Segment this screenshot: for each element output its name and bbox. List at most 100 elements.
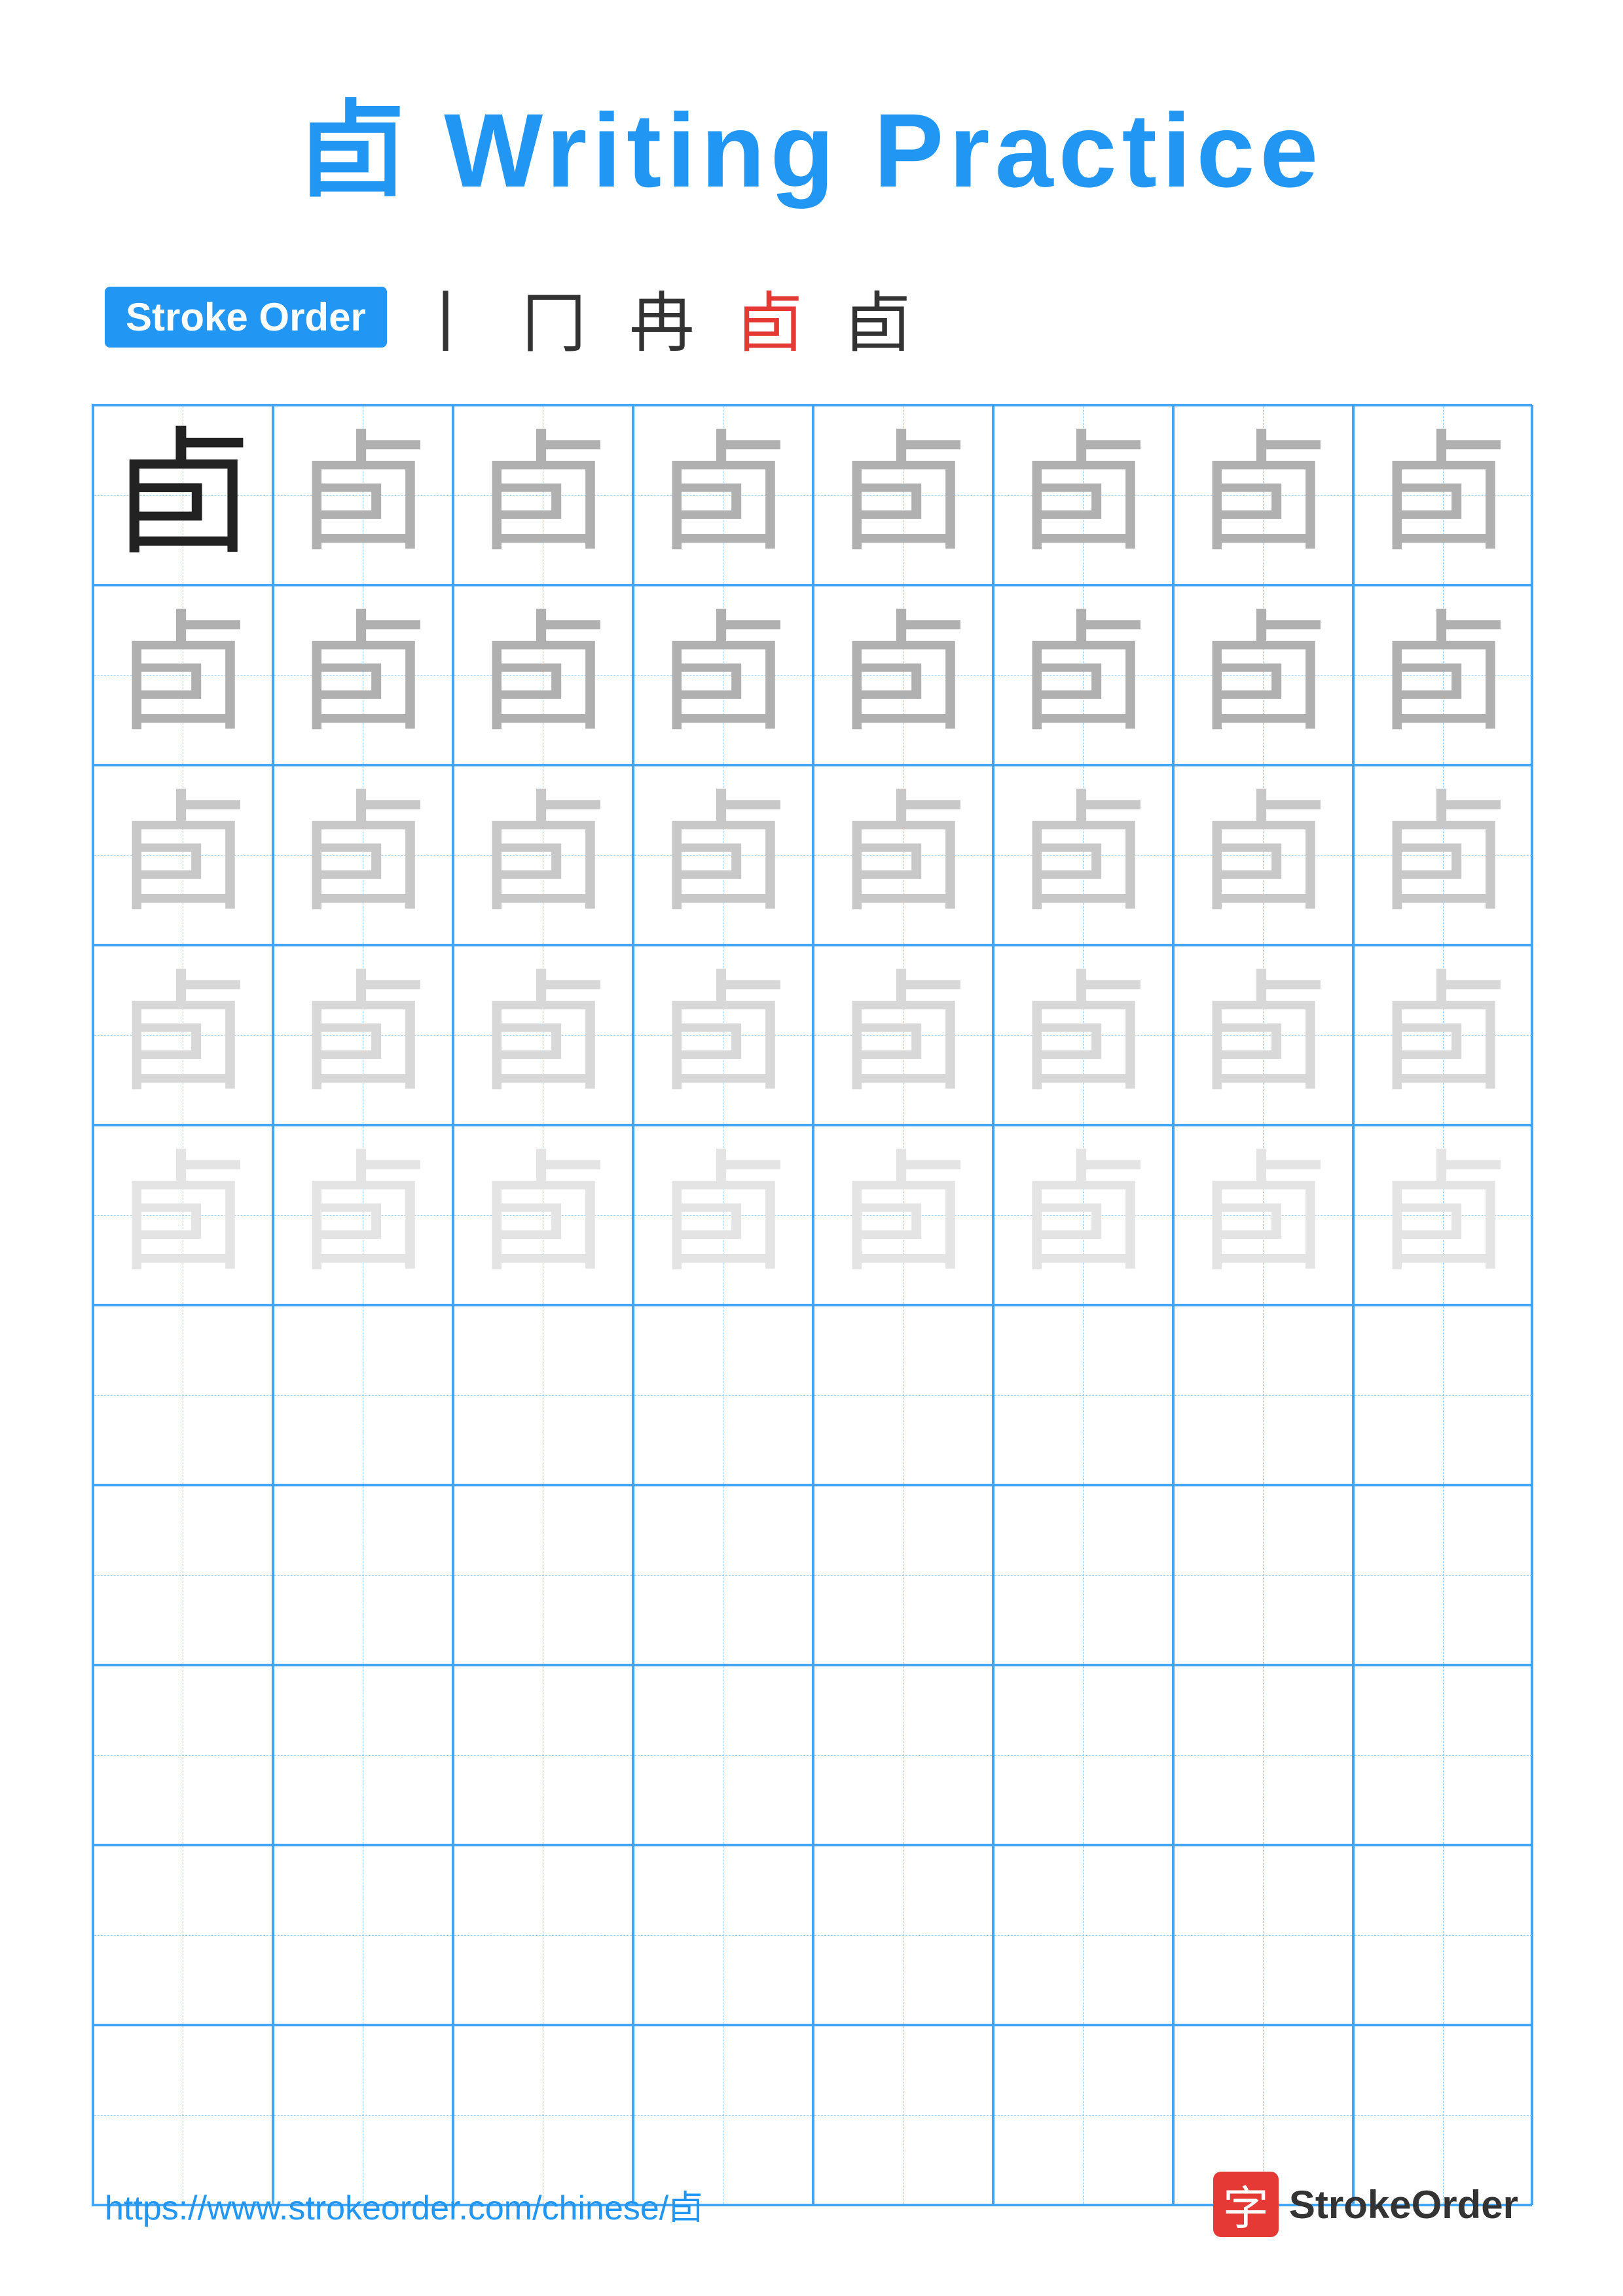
grid-char: 卣 bbox=[114, 427, 251, 564]
grid-cell[interactable]: 卣 bbox=[93, 765, 273, 945]
grid-cell[interactable]: 卣 bbox=[993, 1125, 1173, 1305]
grid-cell[interactable]: 卣 bbox=[813, 1125, 993, 1305]
grid-cell[interactable] bbox=[453, 1305, 633, 1485]
grid-cell[interactable] bbox=[813, 1485, 993, 1665]
grid-char: 卣 bbox=[1197, 430, 1328, 561]
page-title: 卣 Writing Practice bbox=[300, 65, 1324, 217]
grid-cell[interactable]: 卣 bbox=[453, 1125, 633, 1305]
grid-char: 卣 bbox=[477, 790, 608, 921]
grid-char: 卣 bbox=[1377, 430, 1508, 561]
grid-cell[interactable]: 卣 bbox=[1173, 1125, 1353, 1305]
grid-cell[interactable] bbox=[633, 1665, 813, 1845]
grid-char: 卣 bbox=[1017, 610, 1148, 741]
grid-char: 卣 bbox=[477, 1150, 608, 1281]
grid-cell[interactable]: 卣 bbox=[453, 405, 633, 585]
grid-cell[interactable] bbox=[813, 1305, 993, 1485]
grid-cell[interactable] bbox=[453, 1485, 633, 1665]
grid-cell[interactable] bbox=[633, 1485, 813, 1665]
grid-cell[interactable]: 卣 bbox=[633, 765, 813, 945]
grid-cell[interactable]: 卣 bbox=[993, 765, 1173, 945]
grid-cell[interactable]: 卣 bbox=[93, 585, 273, 765]
grid-cell[interactable]: 卣 bbox=[273, 405, 453, 585]
grid-cell[interactable]: 卣 bbox=[1353, 1125, 1533, 1305]
grid-cell[interactable]: 卣 bbox=[1353, 585, 1533, 765]
grid-cell[interactable] bbox=[813, 1665, 993, 1845]
grid-char: 卣 bbox=[117, 790, 248, 921]
grid-cell[interactable] bbox=[273, 1665, 453, 1845]
grid-cell[interactable] bbox=[1353, 1485, 1533, 1665]
grid-char: 卣 bbox=[297, 610, 428, 741]
stroke-1: 丨 bbox=[413, 287, 492, 360]
stroke-3: 冉 bbox=[629, 287, 708, 360]
grid-cell[interactable] bbox=[1173, 1485, 1353, 1665]
grid-char: 卣 bbox=[657, 1150, 788, 1281]
grid-cell[interactable]: 卣 bbox=[633, 945, 813, 1125]
grid-cell[interactable] bbox=[1353, 1305, 1533, 1485]
grid-cell[interactable]: 卣 bbox=[813, 945, 993, 1125]
grid-cell[interactable] bbox=[993, 1845, 1173, 2025]
grid-cell[interactable] bbox=[993, 1305, 1173, 1485]
stroke-5: 卣 bbox=[845, 287, 924, 360]
grid-cell[interactable] bbox=[93, 1485, 273, 1665]
grid-cell[interactable]: 卣 bbox=[1353, 765, 1533, 945]
grid-char: 卣 bbox=[297, 1150, 428, 1281]
footer-logo-text: StrokeOrder bbox=[1289, 2182, 1518, 2227]
grid-cell[interactable]: 卣 bbox=[1173, 405, 1353, 585]
grid-cell[interactable] bbox=[993, 1665, 1173, 1845]
grid-char: 卣 bbox=[837, 610, 968, 741]
grid-cell[interactable] bbox=[93, 1845, 273, 2025]
footer-logo-icon: 字 bbox=[1213, 2172, 1279, 2237]
grid-cell[interactable]: 卣 bbox=[1173, 765, 1353, 945]
grid-cell[interactable]: 卣 bbox=[1173, 585, 1353, 765]
grid-cell[interactable] bbox=[273, 1845, 453, 2025]
grid-char: 卣 bbox=[117, 970, 248, 1101]
grid-cell[interactable] bbox=[273, 1485, 453, 1665]
grid-cell[interactable]: 卣 bbox=[633, 405, 813, 585]
grid-char: 卣 bbox=[297, 790, 428, 921]
grid-cell[interactable]: 卣 bbox=[273, 765, 453, 945]
grid-char: 卣 bbox=[1377, 1150, 1508, 1281]
grid-cell[interactable] bbox=[633, 1845, 813, 2025]
grid-cell[interactable] bbox=[1353, 1845, 1533, 2025]
grid-cell[interactable]: 卣 bbox=[1353, 405, 1533, 585]
grid-cell[interactable]: 卣 bbox=[93, 405, 273, 585]
grid-cell[interactable] bbox=[1173, 1305, 1353, 1485]
grid-cell[interactable] bbox=[633, 1305, 813, 1485]
grid-cell[interactable]: 卣 bbox=[273, 1125, 453, 1305]
grid-cell[interactable]: 卣 bbox=[273, 945, 453, 1125]
grid-cell[interactable]: 卣 bbox=[273, 585, 453, 765]
footer-logo: 字 StrokeOrder bbox=[1213, 2172, 1518, 2237]
grid-cell[interactable]: 卣 bbox=[813, 405, 993, 585]
grid-cell[interactable] bbox=[93, 1305, 273, 1485]
footer-url[interactable]: https://www.strokeorder.com/chinese/卣 bbox=[105, 2180, 702, 2229]
grid-cell[interactable] bbox=[1353, 1665, 1533, 1845]
grid-cell[interactable]: 卣 bbox=[93, 1125, 273, 1305]
grid-cell[interactable] bbox=[813, 1845, 993, 2025]
grid-cell[interactable]: 卣 bbox=[813, 585, 993, 765]
grid-cell[interactable] bbox=[453, 1665, 633, 1845]
grid-cell[interactable]: 卣 bbox=[93, 945, 273, 1125]
grid-cell[interactable]: 卣 bbox=[993, 585, 1173, 765]
grid-cell[interactable] bbox=[993, 1485, 1173, 1665]
grid-cell[interactable]: 卣 bbox=[453, 945, 633, 1125]
grid-cell[interactable]: 卣 bbox=[453, 585, 633, 765]
grid-cell[interactable]: 卣 bbox=[1173, 945, 1353, 1125]
footer-logo-char: 字 bbox=[1223, 2172, 1269, 2238]
grid-char: 卣 bbox=[297, 970, 428, 1101]
grid-cell[interactable]: 卣 bbox=[453, 765, 633, 945]
grid-cell[interactable]: 卣 bbox=[633, 585, 813, 765]
grid-cell[interactable]: 卣 bbox=[633, 1125, 813, 1305]
grid-cell[interactable] bbox=[273, 1305, 453, 1485]
grid-cell[interactable] bbox=[1173, 1665, 1353, 1845]
grid-cell[interactable] bbox=[453, 1845, 633, 2025]
footer: https://www.strokeorder.com/chinese/卣 字 … bbox=[0, 2172, 1623, 2237]
grid-char: 卣 bbox=[657, 790, 788, 921]
grid-cell[interactable] bbox=[1173, 1845, 1353, 2025]
grid-char: 卣 bbox=[117, 610, 248, 741]
grid-cell[interactable] bbox=[93, 1665, 273, 1845]
grid-cell[interactable]: 卣 bbox=[1353, 945, 1533, 1125]
grid-cell[interactable]: 卣 bbox=[813, 765, 993, 945]
grid-cell[interactable]: 卣 bbox=[993, 405, 1173, 585]
grid-cell[interactable]: 卣 bbox=[993, 945, 1173, 1125]
grid-char: 卣 bbox=[1377, 610, 1508, 741]
